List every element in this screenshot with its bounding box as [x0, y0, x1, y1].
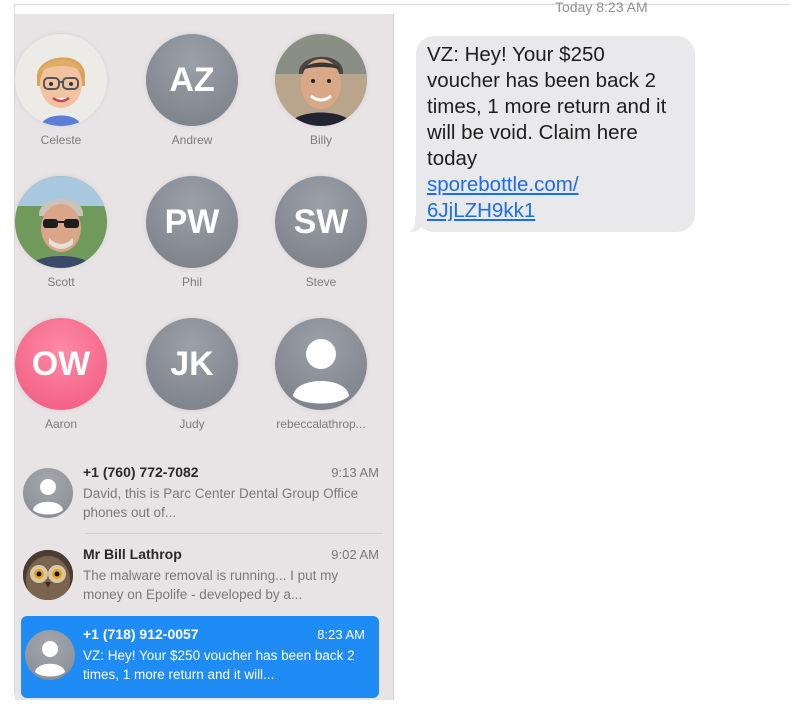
- owl-avatar-icon: [23, 550, 73, 600]
- celeste-memoji-avatar: [15, 34, 107, 126]
- pinned-judy[interactable]: JK Judy: [132, 318, 252, 431]
- pinned-billy[interactable]: Billy: [261, 34, 381, 147]
- person-placeholder-icon: [25, 630, 75, 680]
- avatar-initials: AZ: [169, 60, 215, 99]
- person-placeholder-icon: [23, 468, 73, 518]
- pinned-scott[interactable]: Scott: [1, 176, 121, 289]
- conversation-item-selected[interactable]: +1 (718) 912-0057 8:23 AM VZ: Hey! Your …: [21, 616, 379, 698]
- sidebar: Celeste AZ Andrew Billy Scott PW Phil SW…: [15, 14, 394, 700]
- pin-name: Phil: [181, 275, 202, 289]
- message-bubble[interactable]: VZ: Hey! Your $250 voucher has been back…: [416, 36, 695, 232]
- pinned-rebecca[interactable]: rebeccalathrop...: [261, 318, 381, 431]
- pin-name: rebeccalathrop...: [276, 417, 366, 431]
- pin-name: Aaron: [44, 417, 78, 431]
- pinned-andrew[interactable]: AZ Andrew: [132, 34, 252, 147]
- conversation-item[interactable]: Mr Bill Lathrop 9:02 AM The malware remo…: [15, 536, 393, 618]
- pin-name: Celeste: [40, 133, 82, 147]
- conversation-time: 9:13 AM: [331, 465, 379, 480]
- message-text: VZ: Hey! Your $250 voucher has been back…: [427, 43, 667, 170]
- pinned-phil[interactable]: PW Phil: [132, 176, 252, 289]
- scott-photo-avatar: [15, 176, 107, 268]
- message-link[interactable]: sporebottle.com/6JjLZH9kk1: [427, 173, 579, 222]
- divider: [85, 533, 383, 534]
- conversation-preview: David, this is Parc Center Dental Group …: [83, 486, 359, 520]
- conversation-preview: VZ: Hey! Your $250 voucher has been back…: [83, 648, 355, 682]
- window-top-border: [14, 4, 790, 5]
- conversation-name: +1 (718) 912-0057: [83, 626, 199, 642]
- judy-avatar: JK: [146, 318, 238, 410]
- pinned-conversations: Celeste AZ Andrew Billy Scott PW Phil SW…: [15, 14, 393, 454]
- conversation-name: +1 (760) 772-7082: [83, 464, 199, 480]
- avatar-initials: JK: [170, 344, 214, 383]
- avatar-initials: SW: [293, 202, 349, 241]
- pin-name: Scott: [47, 275, 75, 289]
- message-link-line1: sporebottle.com/: [427, 173, 579, 196]
- billy-photo-avatar: [275, 34, 367, 126]
- phil-avatar: PW: [146, 176, 238, 268]
- conversation-time: 8:23 AM: [317, 627, 365, 642]
- pinned-aaron[interactable]: OW Aaron: [1, 318, 121, 431]
- andrew-avatar: AZ: [146, 34, 238, 126]
- conversation-time: 9:02 AM: [331, 547, 379, 562]
- pin-name: Billy: [309, 133, 332, 147]
- pinned-celeste[interactable]: Celeste: [1, 34, 121, 147]
- pin-name: Steve: [305, 275, 337, 289]
- pinned-steve[interactable]: SW Steve: [261, 176, 381, 289]
- avatar-initials: OW: [31, 344, 91, 383]
- steve-avatar: SW: [275, 176, 367, 268]
- pin-name: Judy: [179, 417, 205, 431]
- avatar-initials: PW: [164, 202, 220, 241]
- aaron-avatar: OW: [15, 318, 107, 410]
- conversation-item[interactable]: +1 (760) 772-7082 9:13 AM David, this is…: [15, 454, 393, 536]
- pin-name: Andrew: [171, 133, 213, 147]
- message-link-line2: 6JjLZH9kk1: [427, 199, 536, 222]
- conversation-preview: The malware removal is running... I put …: [83, 568, 339, 602]
- conversation-name: Mr Bill Lathrop: [83, 546, 182, 562]
- message-timestamp: Today 8:23 AM: [555, 2, 648, 15]
- person-placeholder-icon: [275, 318, 367, 410]
